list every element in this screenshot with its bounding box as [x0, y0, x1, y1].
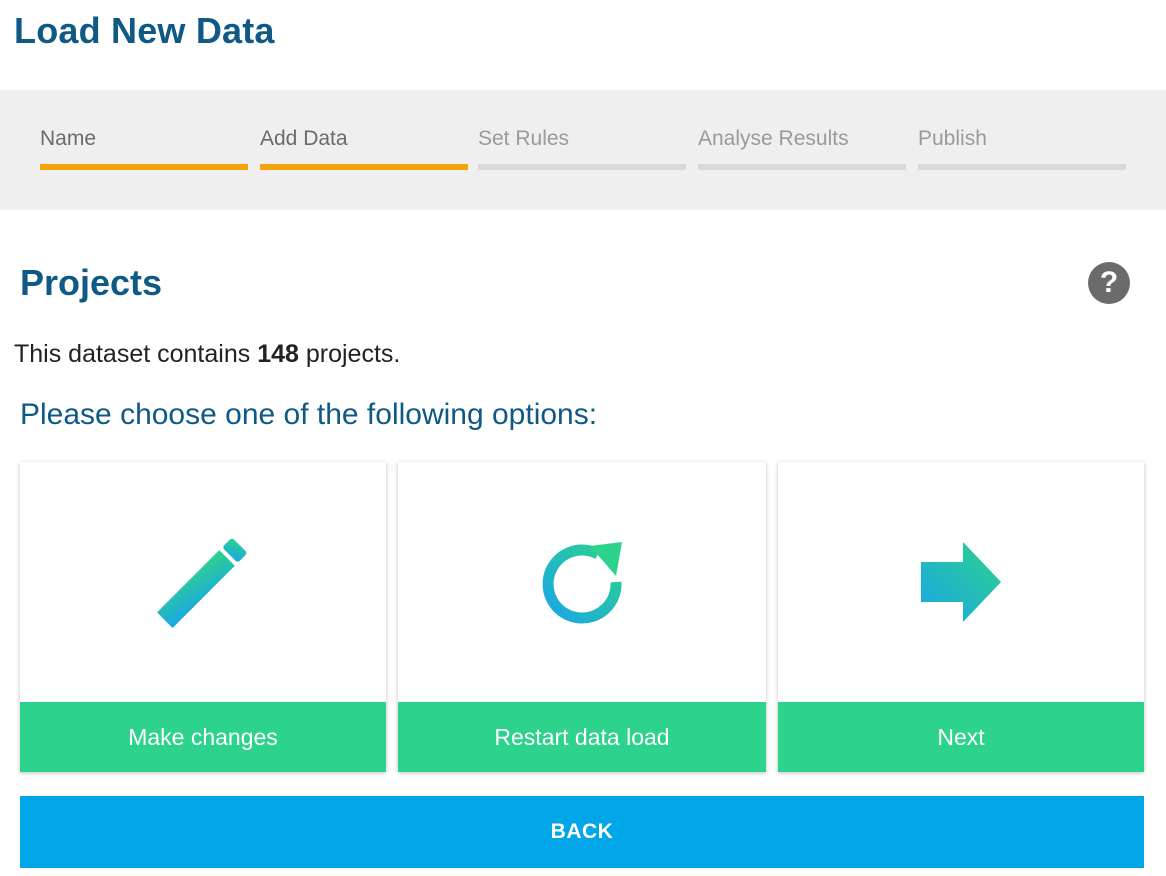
restart-data-load-button[interactable]: Restart data load [398, 702, 766, 772]
step-progress-bar [918, 164, 1126, 170]
section-title: Projects [20, 262, 163, 303]
question-circle-icon[interactable]: ? [1088, 262, 1130, 304]
step-progress-bar [40, 164, 248, 170]
refresh-icon [542, 542, 622, 624]
dataset-summary: This dataset contains 148 projects. [14, 340, 400, 369]
restart-data-load-card[interactable]: Restart data load [398, 462, 766, 772]
summary-prefix: This dataset contains [14, 340, 251, 368]
options-prompt: Please choose one of the following optio… [20, 398, 598, 431]
progress-stepper: Name Add Data Set Rules Analyse Results … [0, 90, 1166, 210]
page-title: Load New Data [14, 10, 275, 51]
step-progress-bar [698, 164, 906, 170]
step-label: Add Data [260, 127, 348, 150]
arrow-right-icon [921, 542, 1001, 622]
step-label: Analyse Results [698, 127, 849, 150]
step-progress-bar [478, 164, 686, 170]
project-count: 148 [257, 340, 299, 368]
pencil-icon [157, 538, 247, 628]
step-name[interactable]: Name [40, 124, 248, 170]
step-label: Publish [918, 127, 987, 150]
step-progress-bar [260, 164, 468, 170]
summary-suffix: projects. [305, 340, 401, 368]
step-analyse-results[interactable]: Analyse Results [698, 124, 906, 170]
make-changes-card[interactable]: Make changes [20, 462, 386, 772]
back-button[interactable]: BACK [20, 796, 1144, 868]
step-label: Set Rules [478, 127, 570, 150]
step-publish[interactable]: Publish [918, 124, 1126, 170]
make-changes-button[interactable]: Make changes [20, 702, 386, 772]
next-card[interactable]: Next [778, 462, 1144, 772]
next-button[interactable]: Next [778, 702, 1144, 772]
step-label: Name [40, 127, 97, 150]
step-set-rules[interactable]: Set Rules [478, 124, 686, 170]
step-add-data[interactable]: Add Data [260, 124, 468, 170]
